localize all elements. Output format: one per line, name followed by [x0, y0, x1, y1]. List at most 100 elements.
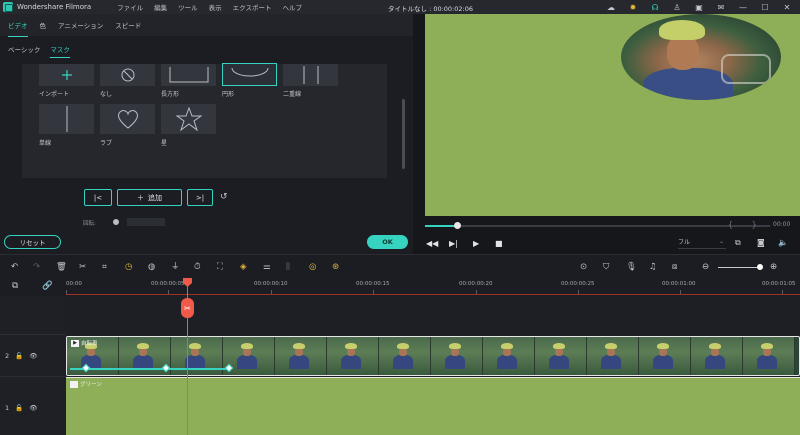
preview-timecode: 00:00 — [773, 221, 791, 228]
preview-panel: { } 00:00 ◀◀ ▶| ▶ ■ フル ⌄ ⧉ ◙ 🔈 — [413, 14, 800, 254]
edit-panel: ビデオ 色 アニメーション スピード ベーシック マスク インポート なし 長方… — [0, 14, 413, 254]
mark-in-out-icon[interactable]: { } — [728, 220, 765, 229]
crop-icon[interactable]: ⌗ — [102, 262, 107, 272]
quality-select[interactable]: フル ⌄ — [678, 237, 726, 249]
prev-keyframe-button[interactable]: |< — [84, 189, 112, 206]
playback-progress-bar[interactable] — [425, 225, 770, 227]
mask-tile-double-line[interactable] — [283, 64, 338, 86]
speed-icon[interactable]: ◷ — [125, 262, 132, 272]
mask-tile-none[interactable] — [100, 64, 155, 86]
mask-tile-single-line[interactable] — [39, 104, 94, 134]
snapshot-icon[interactable]: ◙ — [757, 238, 765, 247]
zoom-slider-knob[interactable] — [757, 264, 763, 270]
mail-icon[interactable]: ✉ — [714, 1, 728, 13]
user-icon[interactable]: ♙ — [670, 1, 684, 13]
rewind-icon[interactable]: ◀◀ — [426, 239, 438, 248]
delete-icon[interactable]: 🗑 — [56, 262, 67, 272]
step-back-icon[interactable]: ▶| — [449, 239, 458, 248]
tab-color[interactable]: 色 — [40, 14, 47, 36]
pip-icon[interactable]: ⧈ — [672, 262, 677, 272]
lock-icon[interactable]: 🔓 — [15, 352, 23, 360]
maximize-icon[interactable]: ☐ — [758, 1, 772, 13]
menu-export[interactable]: エクスポート — [233, 2, 272, 12]
mask-gallery-scrollbar[interactable] — [402, 99, 405, 169]
adjust-icon[interactable]: ⚌ — [263, 262, 271, 272]
mask-label-none: なし — [100, 91, 113, 98]
mask-label-star: 星 — [161, 140, 168, 147]
next-keyframe-icon: >| — [195, 193, 205, 202]
eye-icon[interactable]: 👁 — [29, 352, 37, 360]
timer-icon[interactable]: ⏱ — [194, 262, 201, 272]
playback-progress-knob[interactable] — [454, 222, 461, 229]
rotate-input[interactable] — [127, 218, 165, 226]
track-headers: 2 🔓 👁 1 🔓 👁 — [0, 296, 66, 435]
minimize-icon[interactable]: — — [736, 1, 750, 13]
render-icon[interactable]: ⊙ — [580, 262, 587, 272]
monitor-icon[interactable]: ⧉ — [735, 238, 741, 248]
plus-icon: ＋ — [137, 193, 144, 202]
subtab-mask[interactable]: マスク — [50, 41, 70, 58]
ruler-label: 00:00 — [66, 281, 82, 287]
menu-tools[interactable]: ツール — [178, 2, 198, 12]
eye-icon[interactable]: 👁 — [29, 404, 37, 412]
close-icon[interactable]: ✕ — [780, 1, 794, 13]
rotate-knob[interactable] — [113, 219, 119, 225]
mask-tile-star[interactable] — [161, 104, 216, 134]
undo-icon[interactable]: ↶ — [11, 262, 18, 272]
mask-gallery: インポート なし 長方形 円形 二重線 単線 ラブ 星 — [22, 63, 387, 178]
zoom-slider[interactable] — [718, 267, 760, 268]
add-keyframe-button[interactable]: ＋ 追加 — [117, 189, 182, 206]
next-keyframe-button[interactable]: >| — [187, 189, 213, 206]
app-name: Wondershare Filmora — [17, 3, 92, 11]
link-icon[interactable]: 🔗 — [42, 281, 53, 291]
tab-video[interactable]: ビデオ — [8, 14, 28, 37]
motion-track-icon[interactable]: ◎ — [309, 262, 316, 272]
ruler-label: 00:00:00:25 — [561, 281, 595, 287]
cut-icon[interactable]: ✂ — [79, 262, 86, 272]
mask-tile-circle[interactable] — [222, 63, 277, 86]
menu-edit[interactable]: 編集 — [154, 2, 167, 12]
menu-view[interactable]: 表示 — [209, 2, 222, 12]
filmora-logo-icon — [3, 2, 13, 12]
color-icon[interactable]: ◍ — [148, 262, 155, 272]
keyframe-icon[interactable]: ◈ — [240, 262, 247, 272]
mic-icon[interactable]: 🎙 — [626, 262, 637, 272]
fit-icon[interactable]: ⛶ — [217, 262, 223, 272]
menu-help[interactable]: ヘルプ — [282, 2, 302, 12]
stop-icon[interactable]: ■ — [495, 239, 503, 248]
marker-icon[interactable]: ⛉ — [603, 262, 609, 272]
subtab-basic[interactable]: ベーシック — [8, 41, 40, 57]
add-track-icon[interactable]: ⧉ — [12, 281, 18, 291]
timeline-ruler[interactable]: ⧉ 🔗 00:00 00:00:00:05 00:00:00:10 00:00:… — [0, 278, 800, 296]
redo-icon[interactable]: ↷ — [33, 262, 40, 272]
video-clip-green[interactable]: グリーン — [66, 377, 800, 435]
zoom-out-icon[interactable]: ⊖ — [702, 262, 709, 272]
volume-icon[interactable]: 🔈 — [778, 238, 788, 247]
mask-tile-love[interactable] — [100, 104, 155, 134]
play-icon[interactable]: ▶ — [473, 239, 479, 248]
stabilize-icon[interactable]: ⊛ — [332, 262, 339, 272]
save-icon[interactable]: ▣ — [692, 1, 706, 13]
mask-tile-import[interactable] — [39, 64, 94, 86]
preview-viewport[interactable] — [425, 14, 800, 216]
reset-button[interactable]: リセット — [4, 235, 61, 249]
tab-speed[interactable]: スピード — [115, 14, 141, 36]
mask-tile-rectangle[interactable] — [161, 64, 216, 86]
split-audio-icon[interactable]: ⫼ — [286, 262, 290, 272]
ok-button[interactable]: OK — [367, 235, 408, 249]
clip-label: ▶ 自転車 — [71, 339, 98, 347]
tab-animation[interactable]: アニメーション — [58, 14, 103, 36]
audio-stretch-icon[interactable]: ⏚ — [171, 262, 180, 272]
lightbulb-icon[interactable]: ✹ — [626, 1, 640, 13]
menu-file[interactable]: ファイル — [117, 2, 143, 12]
video-clip-bike[interactable]: ▶ 自転車 — [66, 336, 800, 376]
clip-name: 自転車 — [81, 341, 98, 347]
single-line-icon — [66, 106, 67, 132]
cloud-icon[interactable]: ☁ — [604, 1, 618, 13]
headset-icon[interactable]: ☊ — [648, 1, 662, 13]
zoom-in-icon[interactable]: ⊕ — [770, 262, 777, 272]
lock-icon[interactable]: 🔓 — [15, 404, 23, 412]
reset-keyframe-icon[interactable]: ↺ — [220, 192, 228, 202]
music-list-icon[interactable]: ♫ — [649, 262, 657, 272]
scissor-icon[interactable]: ✂ — [181, 298, 194, 318]
